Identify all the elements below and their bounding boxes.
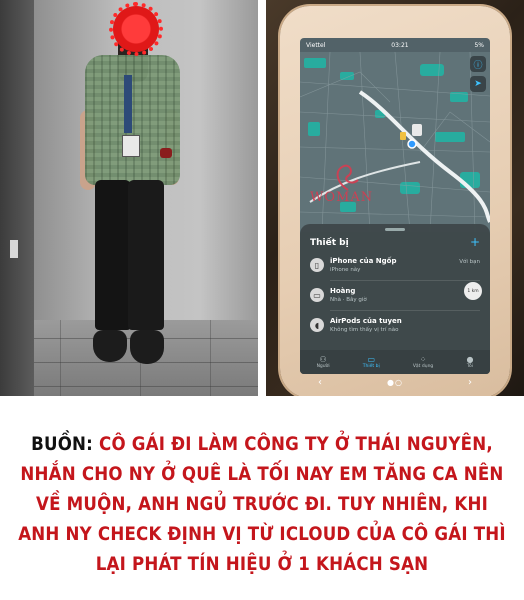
battery: 5%: [474, 41, 484, 49]
device-status: Không tìm thấy vị trí nào: [330, 327, 399, 333]
info-icon[interactable]: ⓘ: [470, 56, 486, 72]
tab-label: Tôi: [466, 364, 474, 369]
device-name: iPhone của Ngốp: [330, 257, 397, 265]
id-badge: [122, 135, 140, 157]
device-distance: Với bạn: [459, 259, 480, 265]
wall-switch: [10, 240, 18, 258]
panel-title: Thiết bị: [310, 238, 349, 248]
forward-arrow-icon[interactable]: ›: [468, 377, 472, 388]
tab-label: Thiết bị: [362, 364, 380, 369]
location-arrow-icon[interactable]: ➤: [470, 76, 486, 92]
door: [0, 0, 34, 396]
photo-collage: Viettel 03:21 5% ⓘ ➤ WOMAN Thiết bị + ▯ …: [0, 0, 524, 396]
phone-photo: Viettel 03:21 5% ⓘ ➤ WOMAN Thiết bị + ▯ …: [266, 0, 524, 396]
tab-label: Vật dụng: [412, 364, 434, 369]
back-arrow-icon[interactable]: ‹: [318, 377, 322, 388]
divider: [330, 280, 480, 281]
sandal-left: [93, 330, 127, 362]
devices-panel: Thiết bị + ▯ iPhone của Ngốp iPhone này …: [300, 224, 490, 374]
person-icon: ●: [466, 355, 474, 364]
panel-grabber[interactable]: [385, 228, 405, 231]
device-row[interactable]: ◖ AirPods của tuyen Không tìm thấy vị tr…: [300, 314, 490, 340]
phone-in-hand: [160, 148, 172, 158]
airpods-icon: ◖: [310, 318, 324, 332]
status-bar: Viettel 03:21 5%: [300, 38, 490, 52]
device-row[interactable]: ▭ Hoàng Nhà · Bây giờ: [300, 284, 490, 310]
watermark-text: WOMAN: [310, 190, 374, 205]
phone-icon: ▯: [310, 258, 324, 272]
map-view[interactable]: ⓘ ➤ WOMAN: [300, 52, 490, 232]
pants-left: [95, 180, 131, 330]
divider: [330, 310, 480, 311]
girl-photo: [0, 0, 258, 396]
caption-lead: BUỒN:: [31, 434, 94, 455]
tab-me[interactable]: ● Tôi: [466, 355, 473, 369]
caption-text: BUỒN: CÔ GÁI ĐI LÀM CÔNG TY Ở THÁI NGUYÊ…: [14, 430, 510, 580]
page-dots-icon: ●○: [387, 377, 403, 387]
device-name: AirPods của tuyen: [330, 317, 402, 325]
device-row[interactable]: ▯ iPhone của Ngốp iPhone này Với bạn: [300, 254, 490, 280]
watermark-logo: WOMAN: [310, 162, 390, 212]
carrier: Viettel: [306, 41, 326, 49]
device-status: Nhà · Bây giờ: [330, 297, 367, 303]
device-icon: ▭: [367, 355, 376, 364]
floor: [0, 320, 258, 396]
caption-body: CÔ GÁI ĐI LÀM CÔNG TY Ở THÁI NGUYÊN, NHẮ…: [18, 434, 506, 575]
plaid-shirt: [85, 55, 180, 185]
tab-bar: ⚇ Người ▭ Thiết bị ⁘ Vật dụng ● Tôi: [300, 350, 490, 374]
tab-label: Người: [316, 364, 330, 369]
caption: BUỒN: CÔ GÁI ĐI LÀM CÔNG TY Ở THÁI NGUYÊ…: [0, 396, 524, 600]
browser-nav: ‹ ●○ ›: [300, 375, 490, 389]
distance-badge: 1 km: [464, 282, 482, 300]
pants-right: [128, 180, 164, 330]
tab-people[interactable]: ⚇ Người: [317, 355, 330, 369]
plus-icon[interactable]: +: [470, 235, 480, 249]
tab-items[interactable]: ⁘ Vật dụng: [413, 355, 433, 369]
sandal-right: [130, 330, 164, 364]
tab-devices[interactable]: ▭ Thiết bị: [363, 355, 380, 369]
item-icon: ⁘: [419, 355, 427, 364]
lanyard: [124, 75, 132, 133]
clock: 03:21: [391, 41, 409, 49]
people-icon: ⚇: [319, 355, 327, 364]
flower-face-sticker: [109, 2, 163, 56]
device-status: iPhone này: [330, 267, 361, 273]
find-my-screen: Viettel 03:21 5% ⓘ ➤ WOMAN Thiết bị + ▯ …: [300, 38, 490, 374]
device-name: Hoàng: [330, 287, 356, 295]
macbook-icon: ▭: [310, 288, 324, 302]
